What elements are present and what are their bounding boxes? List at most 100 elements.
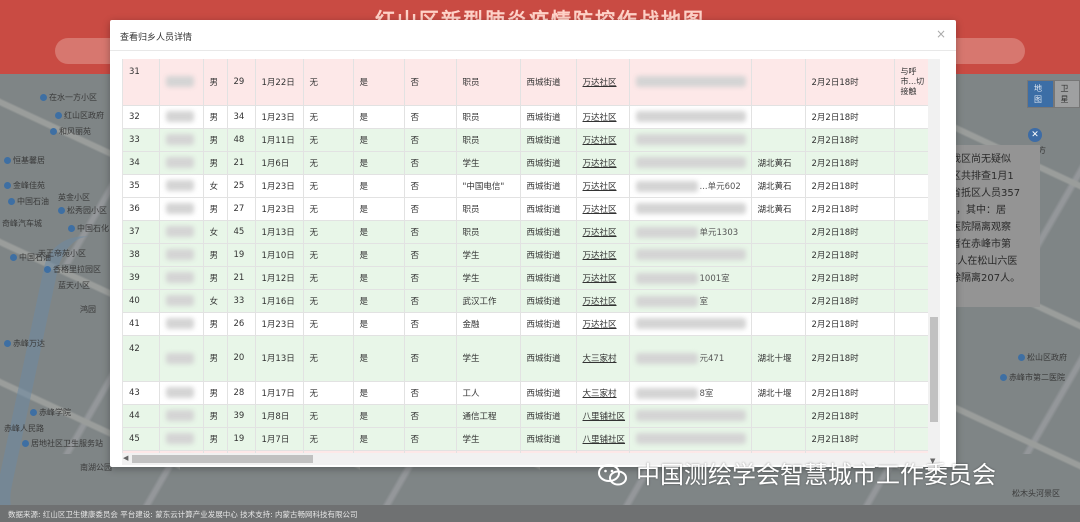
community-link[interactable]: 八里铺社区	[583, 435, 626, 445]
redacted-address	[635, 134, 746, 145]
fever-cell: 否	[404, 105, 457, 129]
sex-cell: 男	[203, 427, 228, 451]
symptom-cell: 无	[303, 59, 354, 106]
sex-cell: 男	[203, 59, 228, 106]
date-cell: 1月23日	[255, 197, 304, 221]
community-cell[interactable]: 万达社区	[576, 59, 630, 106]
community-cell[interactable]: 万达社区	[576, 243, 630, 267]
table-row[interactable]: 37 女 45 1月13日无是否职员 西城街道 万达社区 单元1303 2月2日18时	[123, 220, 930, 244]
note-cell: 与呼市...切接触	[894, 59, 930, 106]
community-link[interactable]: 万达社区	[583, 320, 617, 330]
origin-cell	[751, 105, 806, 129]
community-link[interactable]: 万达社区	[583, 228, 617, 238]
note-cell	[894, 289, 930, 313]
address-text: 1001室	[699, 273, 730, 284]
community-link[interactable]: 万达社区	[583, 159, 617, 169]
table-row[interactable]: 35 女 25 1月23日无是否 "中国电信" 西城街道 万达社区 ...单元602 湖北黄石 2…	[123, 174, 930, 198]
community-link[interactable]: 万达社区	[583, 113, 617, 123]
community-link[interactable]: 万达社区	[583, 274, 617, 284]
community-cell[interactable]: 万达社区	[576, 174, 630, 198]
community-cell[interactable]: 万达社区	[576, 105, 630, 129]
redacted-name	[165, 203, 194, 214]
community-cell[interactable]: 万达社区	[576, 220, 630, 244]
table-row[interactable]: 45 男 19 1月7日无是否学生 西城街道 八里铺社区 2月2日18时	[123, 427, 930, 451]
map-toggle-map[interactable]: 地图	[1027, 80, 1054, 108]
table-row[interactable]: 43 男 28 1月17日无是否工人 西城街道 大三家村 8室 湖北十堰 2月2日18时	[123, 381, 930, 405]
community-link[interactable]: 八里铺社区	[583, 412, 626, 422]
table-row[interactable]: 36 男 27 1月23日无是否职员 西城街道 万达社区 湖北黄石 2月2日18时	[123, 197, 930, 221]
redacted-address	[635, 157, 746, 168]
community-link[interactable]: 万达社区	[583, 136, 617, 146]
community-link[interactable]: 大三家村	[583, 389, 617, 399]
vertical-scroll-thumb[interactable]	[930, 317, 938, 422]
map-label: 香格里拉园区	[44, 264, 101, 275]
community-link[interactable]: 大三家村	[583, 354, 617, 364]
origin-cell	[751, 128, 806, 152]
symptom-cell: 无	[303, 128, 354, 152]
map-label: 松木头河景区	[1012, 489, 1060, 498]
origin-cell: 湖北黄石	[751, 174, 806, 198]
isolated-cell: 是	[353, 289, 405, 313]
table-row[interactable]: 44 男 39 1月8日无是否通信工程 西城街道 八里铺社区 2月2日18时	[123, 404, 930, 428]
community-cell[interactable]: 万达社区	[576, 128, 630, 152]
table-row[interactable]: 33 男 48 1月11日无是否职员 西城街道 万达社区 2月2日18时	[123, 128, 930, 152]
vertical-scrollbar[interactable]: ▼	[928, 59, 940, 471]
community-link[interactable]: 万达社区	[583, 78, 617, 88]
community-cell[interactable]: 大三家村	[576, 381, 630, 405]
community-cell[interactable]: 万达社区	[576, 266, 630, 290]
age-cell: 39	[227, 404, 256, 428]
community-link[interactable]: 万达社区	[583, 251, 617, 261]
symptom-cell: 无	[303, 381, 354, 405]
redacted-name	[165, 157, 194, 168]
table-row[interactable]: 39 男 21 1月12日无是否学生 西城街道 万达社区 1001室 2月2日18时	[123, 266, 930, 290]
table-row[interactable]: 42 男 20 1月13日无是否学生 西城街道 大三家村 元471 湖北十堰 2月2日18时	[123, 335, 930, 382]
map-pin-icon	[4, 182, 11, 189]
table-row[interactable]: 40 女 33 1月16日无是否武汉工作 西城街道 万达社区 室 2月2日18时	[123, 289, 930, 313]
time-cell: 2月2日18时	[805, 427, 895, 451]
community-cell[interactable]: 万达社区	[576, 197, 630, 221]
returnee-table: 31 男 29 1月22日无是否职员 西城街道 万达社区 2月2日18时 与呼市...切接触 3…	[123, 59, 930, 453]
map-pin-icon	[44, 266, 51, 273]
table-row[interactable]: 41 男 26 1月23日无是否金融 西城街道 万达社区 2月2日18时	[123, 312, 930, 336]
community-cell[interactable]: 八里铺社区	[576, 404, 630, 428]
address-cell: ...单元602	[629, 174, 752, 198]
horizontal-scroll-thumb[interactable]	[132, 455, 313, 463]
returnee-table-container[interactable]: 31 男 29 1月22日无是否职员 西城街道 万达社区 2月2日18时 与呼市...切接触 3…	[122, 59, 940, 453]
community-cell[interactable]: 大三家村	[576, 335, 630, 382]
redacted-name	[165, 226, 194, 237]
table-row[interactable]: 31 男 29 1月22日无是否职员 西城街道 万达社区 2月2日18时 与呼市...切接触	[123, 59, 930, 106]
redacted-name	[165, 272, 194, 283]
redacted-address	[635, 111, 746, 122]
street-cell: 西城街道	[520, 128, 577, 152]
isolated-cell: 是	[353, 266, 405, 290]
scroll-left-arrow-icon[interactable]: ◀	[123, 454, 128, 462]
community-cell[interactable]: 万达社区	[576, 289, 630, 313]
map-label: 鸿园	[80, 305, 96, 314]
note-cell	[894, 427, 930, 451]
map-pin-icon	[1000, 374, 1007, 381]
job-cell: 学生	[456, 243, 521, 267]
redacted-name	[165, 410, 194, 421]
origin-cell	[751, 59, 806, 106]
community-link[interactable]: 万达社区	[583, 205, 617, 215]
date-cell: 1月23日	[255, 174, 304, 198]
redacted-name	[165, 134, 194, 145]
no-cell: 42	[123, 335, 160, 382]
sex-cell: 女	[203, 289, 228, 313]
table-row[interactable]: 32 男 34 1月23日无是否职员 西城街道 万达社区 2月2日18时	[123, 105, 930, 129]
info-close-icon[interactable]: ✕	[1028, 128, 1042, 142]
community-link[interactable]: 万达社区	[583, 182, 617, 192]
community-cell[interactable]: 八里铺社区	[576, 427, 630, 451]
community-cell[interactable]: 万达社区	[576, 151, 630, 175]
fever-cell: 否	[404, 289, 457, 313]
community-link[interactable]: 万达社区	[583, 297, 617, 307]
table-row[interactable]: 34 男 21 1月6日无是否学生 西城街道 万达社区 湖北黄石 2月2日18时	[123, 151, 930, 175]
street-cell: 西城街道	[520, 289, 577, 313]
map-label: 在水一方小区	[40, 92, 97, 103]
street-cell: 西城街道	[520, 105, 577, 129]
map-toggle-satellite[interactable]: 卫星	[1053, 80, 1080, 108]
sex-cell: 男	[203, 151, 228, 175]
community-cell[interactable]: 万达社区	[576, 312, 630, 336]
table-row[interactable]: 38 男 19 1月10日无是否学生 西城街道 万达社区 2月2日18时	[123, 243, 930, 267]
close-icon[interactable]: ×	[936, 27, 946, 41]
